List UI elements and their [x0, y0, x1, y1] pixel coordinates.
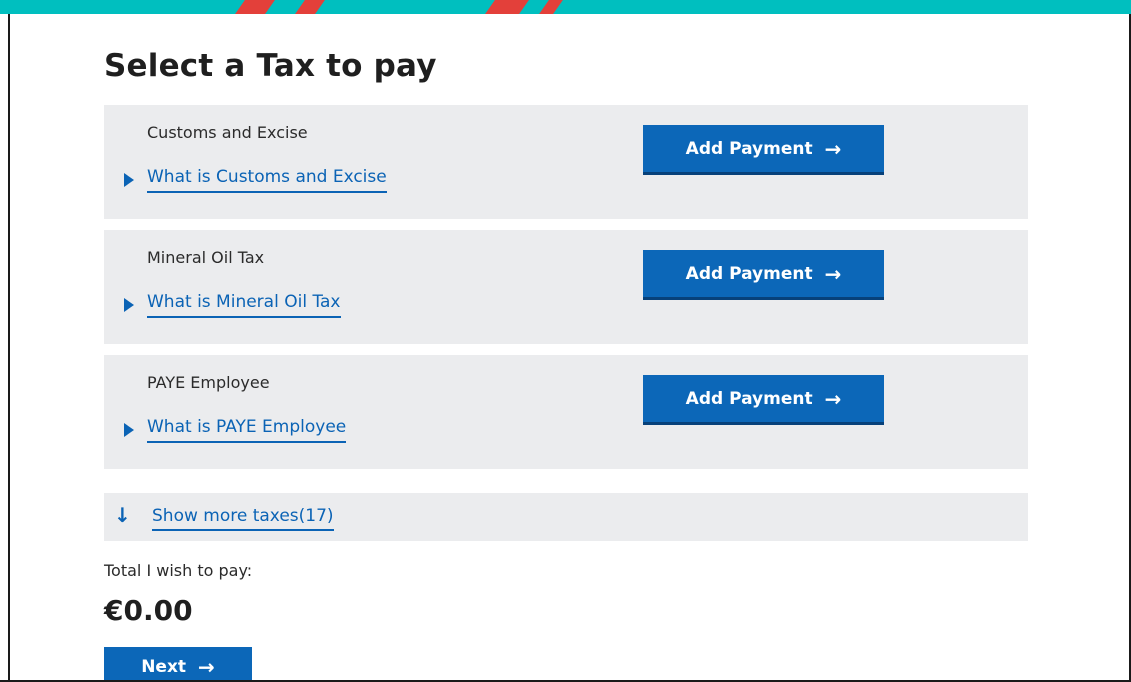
add-payment-label: Add Payment: [685, 263, 813, 284]
arrow-right-icon: →: [198, 655, 215, 679]
next-button-label: Next: [141, 657, 187, 677]
total-label: Total I wish to pay:: [104, 561, 253, 580]
arrow-right-icon: →: [824, 386, 842, 411]
page: Select a Tax to pay Customs and Excise W…: [0, 0, 1131, 682]
tax-link-label[interactable]: What is Mineral Oil Tax: [147, 292, 341, 318]
top-bar-accent-mark: [485, 0, 529, 14]
arrow-down-icon: ↓: [114, 503, 131, 527]
tax-name: PAYE Employee: [147, 373, 270, 392]
show-more-taxes-link[interactable]: Show more taxes(17): [152, 506, 334, 531]
caret-right-icon: [124, 173, 134, 187]
tax-link-label[interactable]: What is PAYE Employee: [147, 417, 347, 443]
tax-card-paye-employee: PAYE Employee What is PAYE Employee Add …: [104, 355, 1028, 469]
arrow-right-icon: →: [824, 136, 842, 161]
show-more-taxes-panel: ↓ Show more taxes(17): [104, 493, 1028, 541]
page-title: Select a Tax to pay: [104, 48, 437, 84]
next-button[interactable]: Next →: [104, 647, 252, 682]
tax-link-label[interactable]: What is Customs and Excise: [147, 167, 387, 193]
tax-name: Mineral Oil Tax: [147, 248, 265, 267]
top-bar-accent-mark: [539, 0, 563, 14]
tax-name: Customs and Excise: [147, 123, 308, 142]
top-accent-bar: [0, 0, 1131, 14]
caret-right-icon: [124, 298, 134, 312]
add-payment-button[interactable]: Add Payment →: [643, 125, 884, 175]
what-is-mineral-oil-tax-link[interactable]: What is Mineral Oil Tax: [124, 292, 341, 318]
tax-card-mineral-oil-tax: Mineral Oil Tax What is Mineral Oil Tax …: [104, 230, 1028, 344]
arrow-right-icon: →: [824, 261, 842, 286]
top-bar-accent-mark: [295, 0, 325, 14]
add-payment-button[interactable]: Add Payment →: [643, 250, 884, 300]
tax-card-customs-and-excise: Customs and Excise What is Customs and E…: [104, 105, 1028, 219]
add-payment-label: Add Payment: [685, 138, 813, 159]
top-bar-accent-mark: [235, 0, 275, 14]
left-border: [8, 14, 10, 682]
what-is-customs-and-excise-link[interactable]: What is Customs and Excise: [124, 167, 387, 193]
add-payment-label: Add Payment: [685, 388, 813, 409]
what-is-paye-employee-link[interactable]: What is PAYE Employee: [124, 417, 347, 443]
total-amount: €0.00: [104, 594, 193, 627]
caret-right-icon: [124, 423, 134, 437]
add-payment-button[interactable]: Add Payment →: [643, 375, 884, 425]
